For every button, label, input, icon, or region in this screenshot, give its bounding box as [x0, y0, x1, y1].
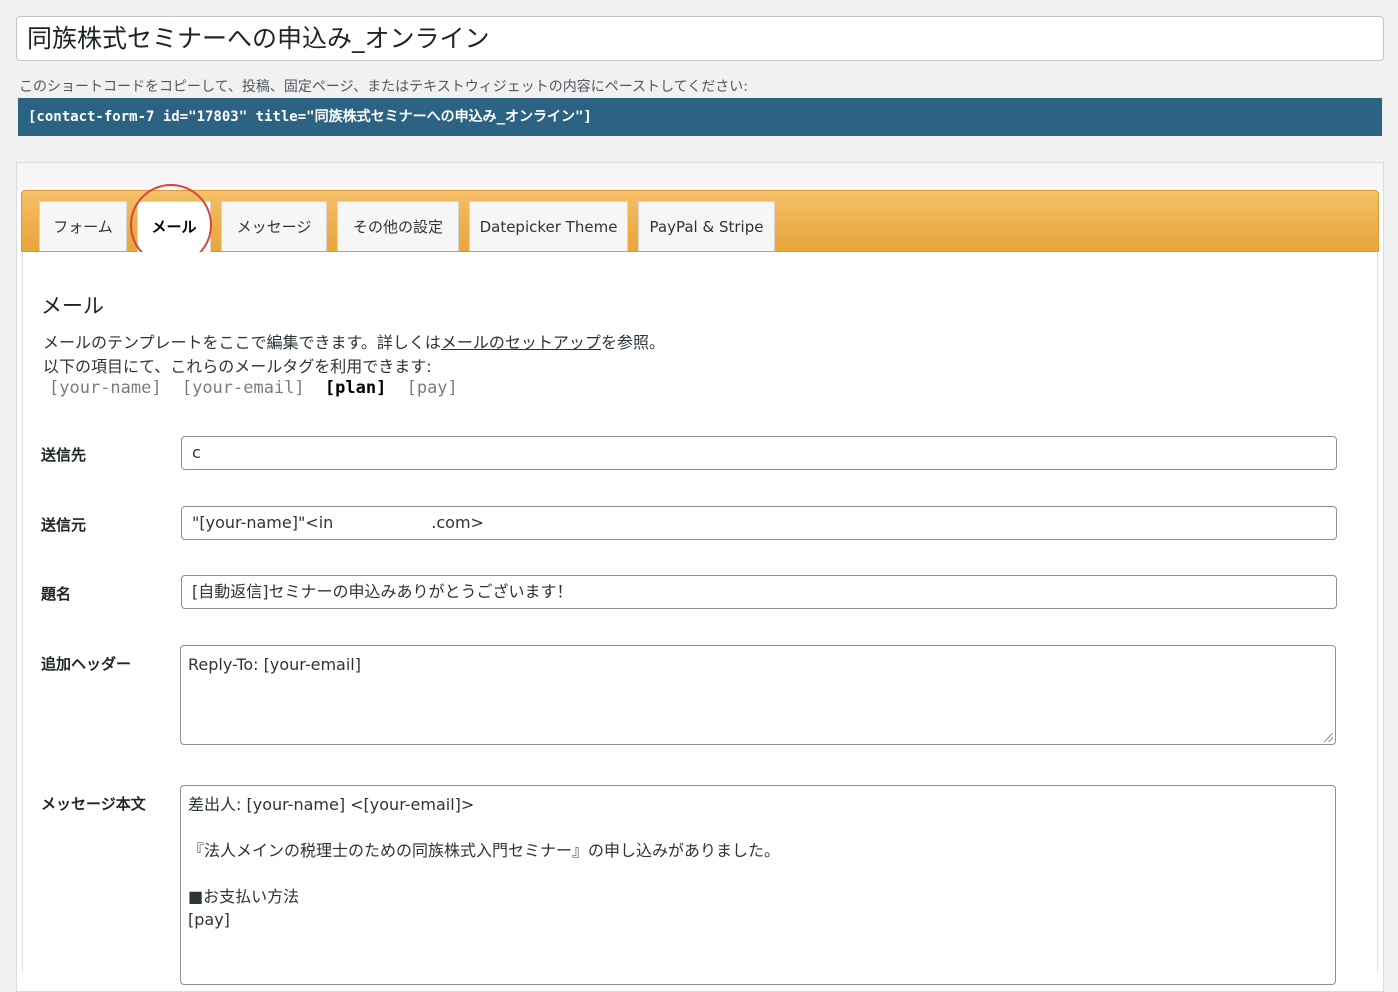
headers-text: Reply-To: [your-email]	[188, 655, 361, 674]
mail-tag-list: [your-name] [your-email] [plan] [pay]	[49, 378, 468, 398]
shortcode-hint: このショートコードをコピーして、投稿、固定ページ、またはテキストウィジェットの内…	[19, 79, 748, 95]
panel-header-strip	[17, 163, 1383, 191]
tab-paypal-stripe[interactable]: PayPal & Stripe	[638, 201, 775, 251]
additional-headers-textarea[interactable]: Reply-To: [your-email]	[180, 645, 1336, 745]
message-body-label: メッセージ本文	[41, 795, 146, 813]
tab-form[interactable]: フォーム	[39, 201, 127, 251]
tab-messages[interactable]: メッセージ	[221, 201, 327, 251]
message-body-textarea[interactable]: 差出人: [your-name] <[your-email]> 『法人メインの税…	[180, 785, 1336, 985]
tab-additional-settings[interactable]: その他の設定	[337, 201, 459, 251]
redacted-area	[333, 513, 432, 534]
mail-description: メールのテンプレートをここで編集できます。詳しくはメールのセットアップを参照。	[43, 329, 665, 353]
to-field[interactable]: c	[181, 436, 1337, 470]
mail-setup-link[interactable]: メールのセットアップ	[441, 333, 601, 352]
mail-tag-used: [plan]	[324, 378, 387, 398]
desc-prefix: メールのテンプレートをここで編集できます。詳しくは	[43, 333, 441, 352]
subject-field[interactable]: [自動返信]セミナーの申込みありがとうございます！	[181, 575, 1337, 609]
from-field[interactable]: "[your-name]"<in .com>	[181, 506, 1337, 540]
mail-tags-intro: 以下の項目にて、これらのメールタグを利用できます:	[43, 357, 432, 376]
form-title-input[interactable]: 同族株式セミナーへの申込み_オンライン	[16, 16, 1384, 61]
shortcode-box[interactable]: [contact-form-7 id="17803" title="同族株式セミ…	[18, 98, 1382, 136]
additional-headers-label: 追加ヘッダー	[41, 655, 132, 673]
desc-suffix: を参照。	[600, 333, 665, 352]
from-value-start: "[your-name]"<in	[192, 513, 334, 532]
tab-datepicker-theme[interactable]: Datepicker Theme	[469, 201, 628, 251]
from-label: 送信元	[41, 516, 87, 534]
section-title: メール	[41, 294, 104, 318]
tab-mail[interactable]: メール	[137, 201, 211, 253]
subject-label: 題名	[41, 585, 72, 603]
to-label: 送信先	[41, 446, 87, 464]
body-text: 差出人: [your-name] <[your-email]> 『法人メインの税…	[188, 795, 781, 929]
mail-tag: [your-name]	[49, 378, 162, 398]
mail-tag: [pay]	[406, 378, 458, 398]
from-value-end: .com>	[431, 513, 484, 532]
mail-tag: [your-email]	[181, 378, 305, 398]
resize-handle[interactable]	[1324, 733, 1333, 742]
